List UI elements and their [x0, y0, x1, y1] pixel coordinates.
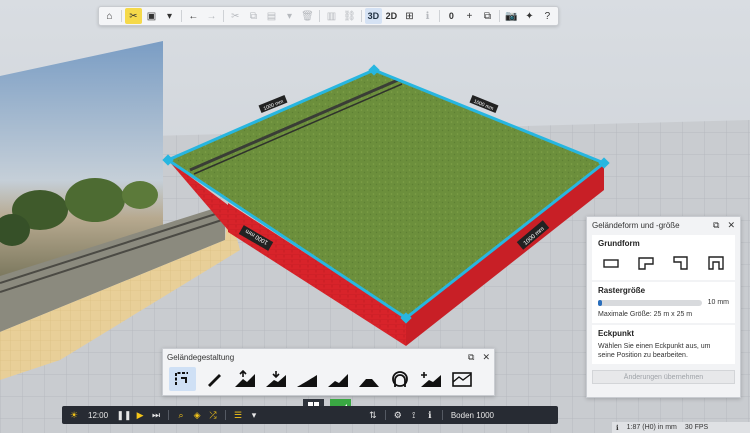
raster-value: 10 mm	[707, 299, 729, 306]
flatten-tool-icon[interactable]	[324, 367, 351, 391]
home-button[interactable]: ⌂	[101, 8, 118, 24]
terrain-shape-tool-icon[interactable]	[169, 367, 196, 391]
status-bar: ℹ 1:87 (H0) in mm 30 FPS	[612, 422, 750, 433]
terrain-shape-panel: Geländeform und -größe ⧉ ✕ Grundform Ras…	[586, 216, 741, 398]
add-button[interactable]: +	[461, 8, 478, 24]
scale-text: 1:87 (H0) in mm	[626, 424, 677, 431]
link-button[interactable]: ⛓	[341, 8, 358, 24]
eckpunkt-title: Eckpunkt	[598, 329, 635, 338]
tunnel-portal-tool-icon[interactable]	[386, 367, 413, 391]
paint-tool-icon[interactable]	[200, 367, 227, 391]
toolbar-divider	[222, 10, 224, 22]
layers-icon[interactable]: ◈	[189, 410, 205, 421]
terrain-design-toolbar: Geländegestaltung ⧉ ✕	[162, 348, 495, 396]
play-icon[interactable]: ▶	[132, 410, 148, 421]
count-zero-button[interactable]: 0	[443, 8, 460, 24]
graph-icon[interactable]: ⟟	[406, 410, 422, 421]
help-button[interactable]: ?	[539, 8, 556, 24]
raster-title: Rastergröße	[598, 286, 646, 295]
camera-button[interactable]: 📷	[503, 8, 520, 24]
info-small-button[interactable]: ℹ	[419, 8, 436, 24]
raster-slider-row: 10 mm	[598, 299, 729, 306]
divider	[441, 410, 443, 420]
redo-button[interactable]: →	[203, 8, 220, 24]
raster-slider-fill	[598, 299, 603, 306]
toolbar-divider	[498, 10, 500, 22]
divider	[225, 410, 227, 420]
panel-header: Geländeform und -größe ⧉ ✕	[587, 217, 740, 233]
layers-button[interactable]: ⧉	[479, 8, 496, 24]
divider	[168, 410, 170, 420]
grundform-section: Grundform	[592, 235, 735, 280]
raster-section: Rastergröße 10 mm Maximale Größe: 25 m x…	[592, 282, 735, 323]
apply-changes-button[interactable]: Änderungen übernehmen	[592, 370, 735, 384]
toolbar-divider	[181, 10, 182, 22]
toolbar-divider	[121, 10, 122, 22]
design-header: Geländegestaltung ⧉ ✕	[163, 349, 494, 365]
undo-button[interactable]: ←	[185, 8, 202, 24]
shuffle-icon[interactable]: ⤮	[205, 410, 221, 421]
shape-l-icon[interactable]	[637, 254, 655, 272]
popout-icon[interactable]: ⧉	[713, 220, 719, 231]
bottom-bar: ☀ 12:00 ❚❚ ▶ ⏭ ⌕ ◈ ⤮ ☰ ▾ ⇅ ⚙ ⟟ ℹ Boden 1…	[62, 406, 558, 424]
pause-icon[interactable]: ❚❚	[116, 410, 132, 421]
lower-tool-icon[interactable]	[262, 367, 289, 391]
gear-icon[interactable]: ⚙	[390, 410, 406, 421]
plateau-tool-icon[interactable]	[355, 367, 382, 391]
eckpunkt-section: Eckpunkt Wählen Sie einen Eckpunkt aus, …	[592, 325, 735, 364]
copy-button[interactable]: ⧉	[245, 8, 262, 24]
shape-options	[598, 252, 729, 276]
max-size-text: Maximale Größe: 25 m x 25 m	[598, 311, 693, 318]
eckpunkt-text: Wählen Sie einen Eckpunkt aus, um seine …	[598, 343, 711, 359]
save-button[interactable]: ▣	[143, 8, 160, 24]
design-tool-list	[163, 365, 494, 393]
cut-button[interactable]: ✂	[227, 8, 244, 24]
add-terrain-tool-icon[interactable]	[417, 367, 444, 391]
status-info-icon: ℹ	[616, 424, 619, 432]
skip-forward-icon[interactable]: ⏭	[148, 410, 164, 421]
search-icon[interactable]: ⌕	[173, 410, 189, 421]
shape-u-icon[interactable]	[707, 254, 725, 272]
grundform-title: Grundform	[598, 239, 640, 248]
grid-button[interactable]: ⊞	[401, 8, 418, 24]
view-2d-button[interactable]: 2D	[383, 8, 400, 24]
plugin-button[interactable]: ✦	[521, 8, 538, 24]
time-display: 12:00	[88, 410, 109, 420]
tree-cluster	[122, 181, 158, 209]
tree-cluster	[65, 178, 125, 222]
toolbar-divider	[360, 10, 362, 22]
shape-rectangle-icon[interactable]	[602, 254, 620, 272]
raster-slider[interactable]	[598, 299, 702, 306]
sun-icon[interactable]: ☀	[66, 410, 82, 421]
delete-button[interactable]: 🗑	[299, 8, 316, 24]
popout-icon[interactable]: ⧉	[468, 352, 474, 363]
fps-text: 30 FPS	[684, 424, 709, 431]
close-icon[interactable]: ✕	[727, 220, 735, 231]
sliders-icon[interactable]: ⇅	[365, 410, 381, 421]
panel-title: Geländeform und -größe	[592, 220, 680, 230]
divider	[384, 410, 386, 420]
design-title: Geländegestaltung	[167, 352, 235, 362]
main-toolbar: ⌂ ✂ ▣ ▾ ← → ✂ ⧉ ▤ ▾ 🗑 ▥ ⛓ 3D 2D ⊞ ℹ 0 + ⧉ 📷 ✦?	[98, 6, 559, 26]
close-icon[interactable]: ✕	[482, 352, 490, 363]
toolbar-divider	[319, 10, 320, 22]
shape-l-mirrored-icon[interactable]	[672, 254, 690, 272]
terrain-tools-button[interactable]: ✂	[124, 8, 142, 24]
smooth-tool-icon[interactable]	[293, 367, 320, 391]
layer-label[interactable]: Boden 1000	[451, 411, 494, 420]
catalog-icon[interactable]: ☰	[230, 410, 246, 421]
toolbar-divider	[438, 10, 440, 22]
paste-dropdown-button[interactable]: ▾	[281, 8, 298, 24]
paste-button[interactable]: ▤	[263, 8, 280, 24]
chevron-down-icon[interactable]: ▾	[246, 410, 262, 421]
group-button[interactable]: ▥	[323, 8, 340, 24]
view-3d-button[interactable]: 3D	[364, 8, 382, 24]
raise-tool-icon[interactable]	[231, 367, 258, 391]
texture-tool-icon[interactable]	[448, 367, 475, 391]
save-dropdown-button[interactable]: ▾	[161, 8, 178, 24]
info-icon[interactable]: ℹ	[422, 410, 438, 421]
